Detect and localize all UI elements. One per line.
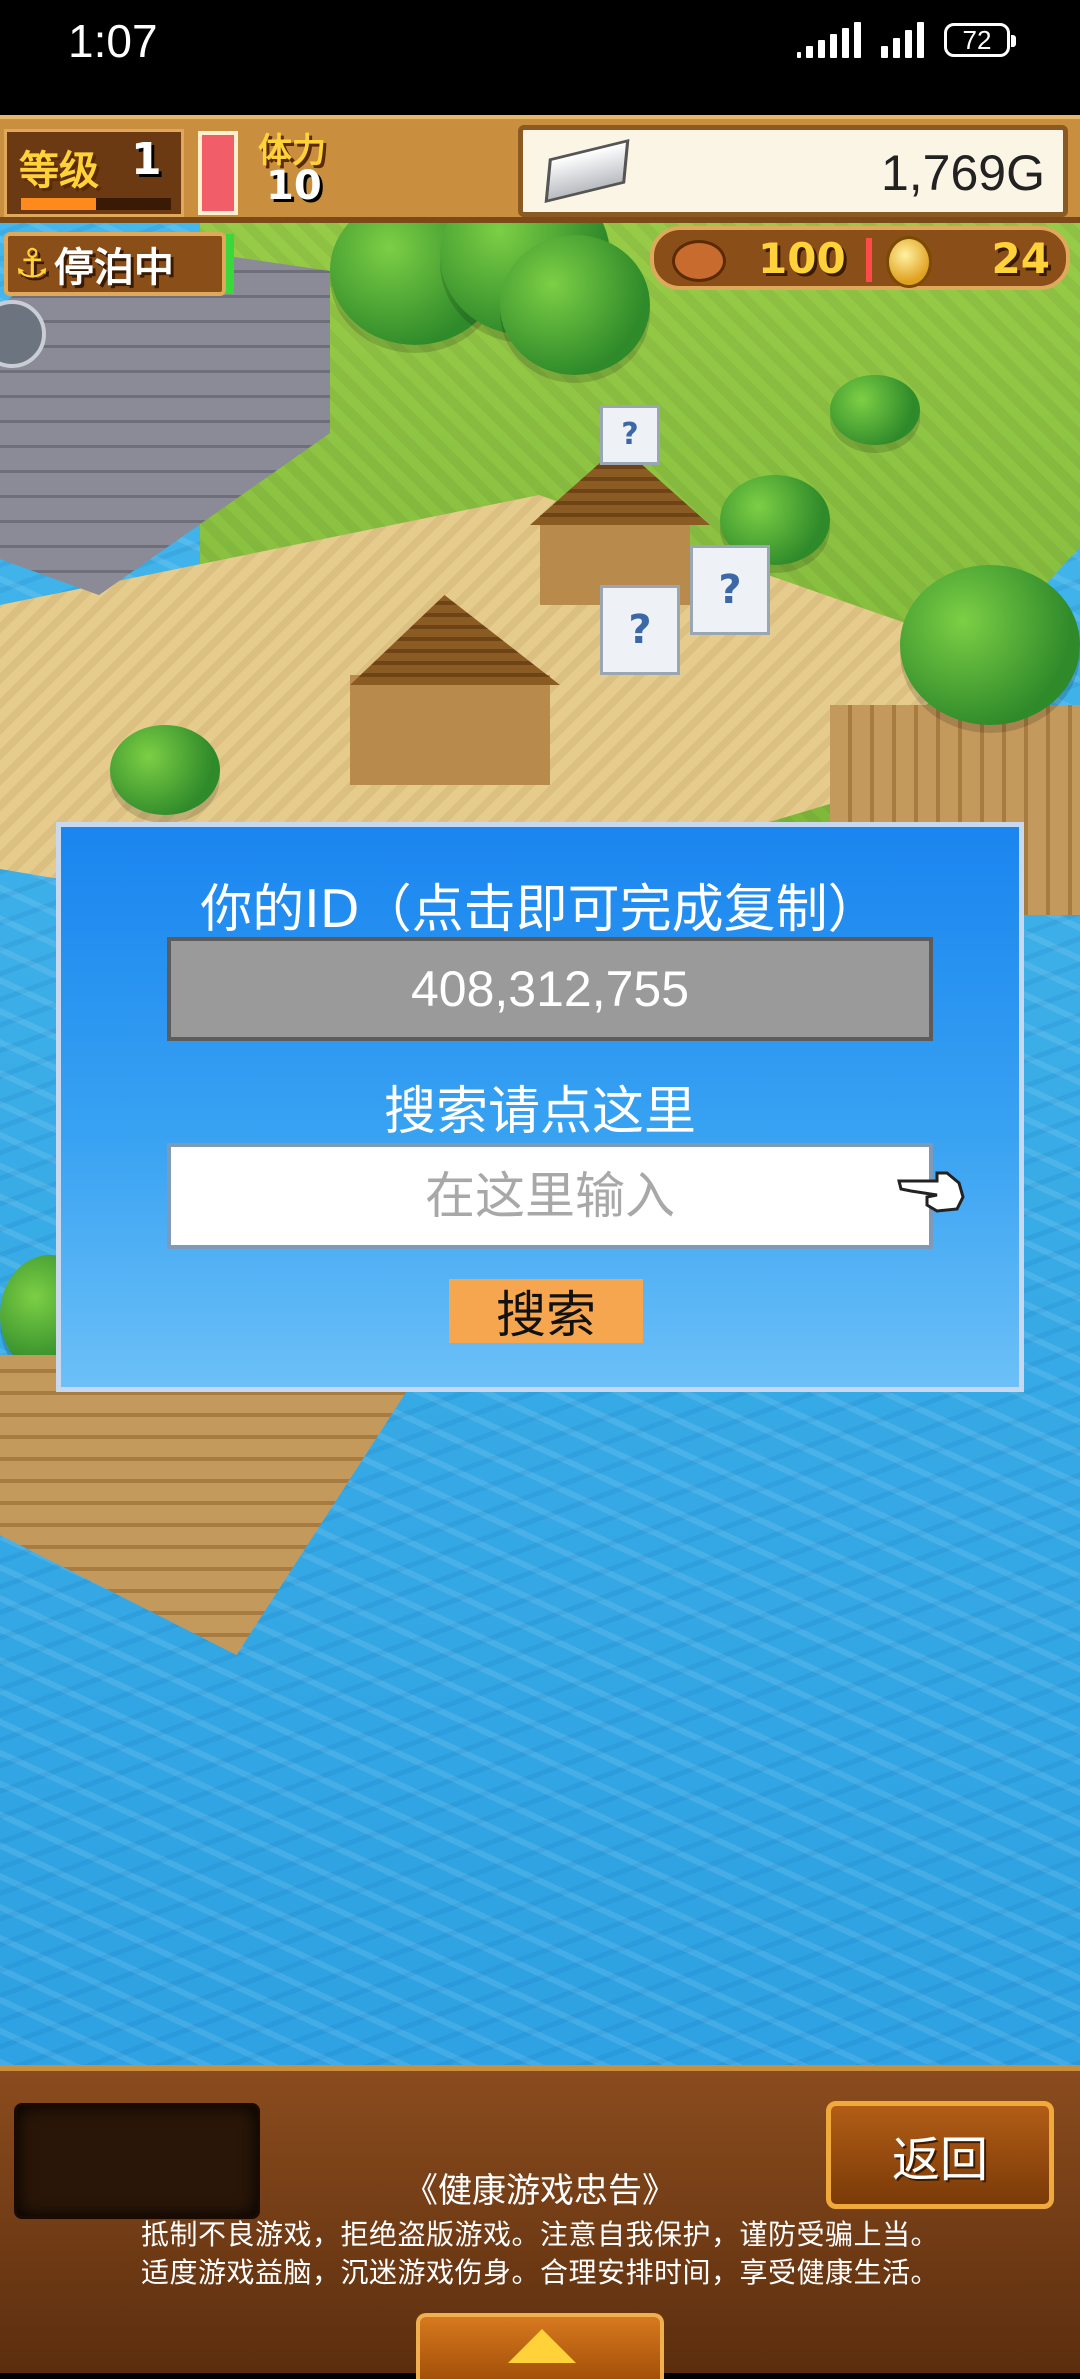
- dialog-title: 你的ID（点击即可完成复制）: [200, 880, 880, 940]
- status-bar: 1:07 72: [0, 0, 1080, 115]
- tree: [500, 235, 650, 375]
- search-input[interactable]: [167, 1143, 933, 1249]
- battery-level: 72: [962, 24, 992, 55]
- gold-panel[interactable]: 1,769G: [518, 125, 1068, 217]
- medal-coin-icon: [886, 236, 932, 288]
- search-button[interactable]: 搜索: [449, 1279, 643, 1344]
- bottom-panel: 返回 《健康游戏忠告》 抵制不良游戏，拒绝盗版游戏。注意自我保护，谨防受骗上当。…: [0, 2065, 1080, 2379]
- tree: [900, 565, 1080, 725]
- health-notice-line-2: 适度游戏益脑，沉迷游戏伤身。合理安排时间，享受健康生活。: [140, 2256, 939, 2289]
- dock-status-indicator: [226, 234, 234, 294]
- gold-value: 1,769G: [880, 145, 1045, 201]
- mystery-crate[interactable]: ?: [600, 585, 680, 675]
- expand-menu-button[interactable]: [416, 2313, 664, 2379]
- signal-icon: [797, 22, 861, 58]
- food-icon: [672, 240, 726, 282]
- health-notice-line-1: 抵制不良游戏，拒绝盗版游戏。注意自我保护，谨防受骗上当。: [140, 2218, 939, 2251]
- coin-count: 24: [991, 234, 1050, 283]
- friend-search-dialog: 你的ID（点击即可完成复制） 408,312,755 搜索请点这里 搜索: [56, 822, 1024, 1392]
- food-count: 100: [758, 234, 846, 283]
- mystery-crate[interactable]: ?: [690, 545, 770, 635]
- battery-icon: 72: [944, 23, 1016, 57]
- status-icons: 72: [797, 22, 1016, 58]
- top-hud: 等级 1 体力 10 1,769G: [0, 115, 1080, 223]
- pointing-hand-icon: [897, 1171, 965, 1213]
- signal-icon-2: [881, 22, 924, 58]
- dock-status-badge[interactable]: ⚓ 停泊中: [4, 232, 226, 296]
- anchor-icon: ⚓: [14, 241, 50, 287]
- bush: [830, 375, 920, 445]
- search-hint: 搜索请点这里: [383, 1082, 696, 1142]
- house: [350, 675, 550, 785]
- stamina-gauge: [198, 131, 238, 215]
- stamina-value: 10: [266, 163, 322, 209]
- level-progress-fill: [21, 198, 96, 210]
- mystery-crate[interactable]: ?: [600, 405, 660, 465]
- resource-divider: [866, 238, 872, 282]
- level-progress-bar: [21, 198, 171, 210]
- silver-ingot-icon: [544, 138, 630, 204]
- level-panel[interactable]: 等级 1: [4, 129, 184, 217]
- dock-status-label: 停泊中: [53, 245, 174, 291]
- resource-panel[interactable]: 100 24: [650, 226, 1070, 290]
- status-time: 1:07: [68, 15, 158, 67]
- level-label: 等级: [19, 148, 99, 194]
- arrow-up-icon: [508, 2329, 576, 2363]
- bush: [110, 725, 220, 815]
- health-notice-title: 《健康游戏忠告》: [404, 2171, 676, 2211]
- user-id-copy-box[interactable]: 408,312,755: [167, 937, 933, 1041]
- level-value: 1: [131, 134, 162, 185]
